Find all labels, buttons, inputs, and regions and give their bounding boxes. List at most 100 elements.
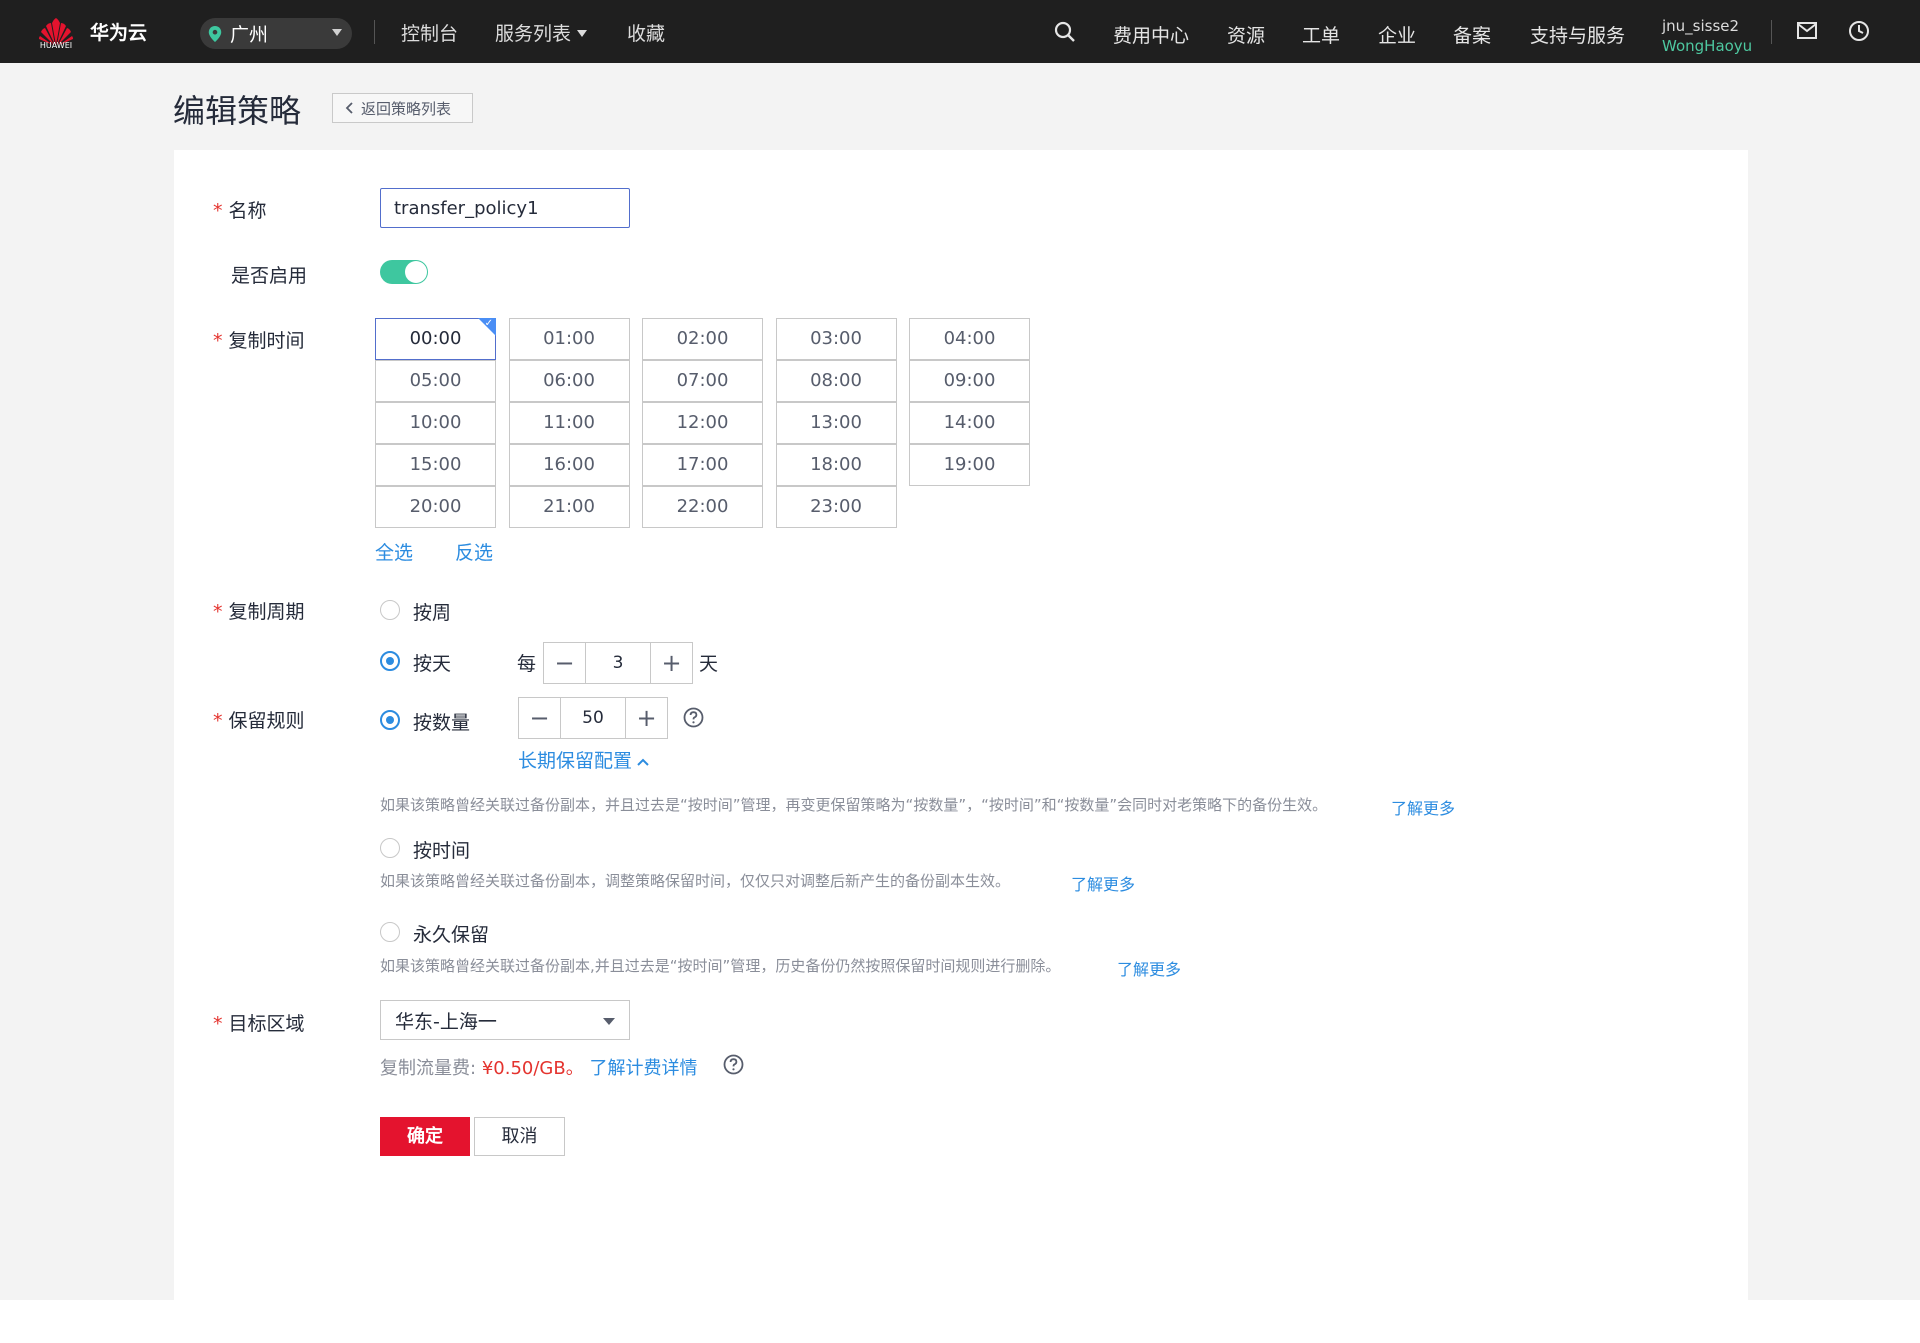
cycle-week-radio[interactable] <box>380 600 400 620</box>
time-option[interactable]: 15:00 <box>375 444 496 486</box>
retention-count-radio[interactable] <box>380 710 400 730</box>
nav-filing[interactable]: 备案 <box>1453 21 1491 48</box>
cycle-week-label: 按周 <box>413 602 452 624</box>
enabled-label: 是否启用 <box>231 265 308 287</box>
cancel-button[interactable]: 取消 <box>474 1117 565 1156</box>
retention-forever-label: 永久保留 <box>413 924 490 946</box>
time-option[interactable]: 12:00 <box>642 402 763 444</box>
nav-console[interactable]: 控制台 <box>401 19 458 46</box>
user-account[interactable]: jnu_sisse2 WongHaoyu <box>1662 16 1752 56</box>
long-term-retention-label: 长期保留配置 <box>518 750 633 772</box>
decrement-button[interactable]: − <box>544 643 585 683</box>
select-all-link[interactable]: 全选 <box>375 538 413 565</box>
time-option[interactable]: 06:00 <box>508 360 630 402</box>
nav-enterprise[interactable]: 企业 <box>1378 21 1416 48</box>
learn-more-link[interactable]: 了解更多 <box>1071 871 1135 895</box>
required-mark: * <box>213 710 223 732</box>
mail-icon[interactable] <box>1797 22 1817 39</box>
cycle-days-value[interactable]: 3 <box>585 643 651 683</box>
nav-support[interactable]: 支持与服务 <box>1530 21 1625 48</box>
time-option[interactable]: 07:00 <box>642 360 763 402</box>
time-option[interactable]: 14:00 <box>909 402 1030 444</box>
chevron-down-icon <box>577 30 588 37</box>
time-option[interactable]: 10:00 <box>375 402 496 444</box>
retention-count-value[interactable]: 50 <box>560 698 626 738</box>
time-option-label: 00:00 <box>409 328 462 349</box>
brand-small-text: HUAWEI <box>39 41 73 50</box>
time-option-label: 08:00 <box>810 370 862 391</box>
nav-work-orders[interactable]: 工单 <box>1302 21 1340 48</box>
time-option-label: 15:00 <box>409 454 462 475</box>
learn-more-link[interactable]: 了解更多 <box>1117 956 1181 980</box>
pricing-details-link[interactable]: 了解计费详情 <box>589 1058 697 1079</box>
chevron-down-icon <box>332 29 342 36</box>
retention-forever-radio[interactable] <box>380 922 400 942</box>
time-option[interactable]: 03:00 <box>775 318 897 360</box>
time-option[interactable]: 09:00 <box>909 360 1030 402</box>
time-option[interactable]: 13:00 <box>775 402 897 444</box>
time-option-label: 14:00 <box>943 412 996 433</box>
nav-service-list[interactable]: 服务列表 <box>495 19 588 46</box>
back-to-policy-list-button[interactable]: 返回策略列表 <box>332 93 473 123</box>
nav-billing-center[interactable]: 费用中心 <box>1113 21 1189 48</box>
time-option-label: 01:00 <box>543 328 595 349</box>
target-region-select[interactable]: 华东-上海一 <box>380 1000 630 1040</box>
retention-rule-label-text: 保留规则 <box>228 710 305 732</box>
decrement-button[interactable]: − <box>519 698 560 738</box>
learn-more-link[interactable]: 了解更多 <box>1391 795 1455 819</box>
time-option[interactable]: 16:00 <box>508 444 630 486</box>
replication-fee: 复制流量费: ¥0.50/GB。 了解计费详情 <box>380 1054 697 1080</box>
nav-favorites[interactable]: 收藏 <box>627 19 665 46</box>
target-region-label-text: 目标区域 <box>228 1013 305 1035</box>
time-option[interactable]: 17:00 <box>642 444 763 486</box>
region-label: 广州 <box>230 24 269 46</box>
time-option[interactable]: 21:00 <box>508 486 630 528</box>
required-mark: * <box>213 601 223 623</box>
required-mark: * <box>213 1013 223 1035</box>
target-region-value: 华东-上海一 <box>395 1010 497 1033</box>
time-option[interactable]: 08:00 <box>775 360 897 402</box>
chevron-up-icon <box>637 758 649 766</box>
retention-forever-note: 如果该策略曾经关联过备份副本,并且过去是“按时间”管理，历史备份仍然按照保留时间… <box>380 957 1061 975</box>
time-option[interactable]: 05:00 <box>375 360 496 402</box>
help-icon[interactable] <box>723 1054 744 1075</box>
time-option[interactable]: 23:00 <box>775 486 897 528</box>
retention-time-radio[interactable] <box>380 838 400 858</box>
enabled-toggle[interactable] <box>380 260 428 284</box>
time-option-label: 02:00 <box>676 328 729 349</box>
policy-name-input[interactable]: transfer_policy1 <box>380 188 630 228</box>
help-icon[interactable] <box>683 707 704 728</box>
search-icon[interactable] <box>1054 21 1076 43</box>
required-mark: * <box>213 200 223 222</box>
time-option[interactable]: 02:00 <box>642 318 763 360</box>
time-option-label: 19:00 <box>943 454 996 475</box>
retention-count-stepper: − 50 + <box>518 697 668 739</box>
time-option[interactable]: 04:00 <box>909 318 1030 360</box>
time-option[interactable]: 22:00 <box>642 486 763 528</box>
clock-icon[interactable] <box>1848 20 1870 42</box>
increment-button[interactable]: + <box>626 698 667 738</box>
time-option[interactable]: 00:00 ✓ <box>375 318 496 360</box>
confirm-button[interactable]: 确定 <box>380 1117 470 1156</box>
time-option-label: 06:00 <box>543 370 595 391</box>
cycle-every-text: 每 <box>517 653 537 675</box>
invert-select-link[interactable]: 反选 <box>455 538 493 565</box>
retention-time-note: 如果该策略曾经关联过备份副本，调整策略保留时间，仅仅只对调整后新产生的备份副本生… <box>380 872 1011 890</box>
increment-button[interactable]: + <box>651 643 692 683</box>
chevron-left-icon <box>345 102 353 114</box>
chevron-down-icon <box>603 1018 615 1025</box>
toggle-knob <box>405 261 427 283</box>
time-option[interactable]: 20:00 <box>375 486 496 528</box>
time-option[interactable]: 18:00 <box>775 444 897 486</box>
time-option[interactable]: 19:00 <box>909 444 1030 486</box>
region-selector[interactable]: 广州 <box>200 18 352 49</box>
time-option[interactable]: 01:00 <box>508 318 630 360</box>
time-option-label: 09:00 <box>943 370 996 391</box>
long-term-retention-toggle[interactable]: 长期保留配置 <box>518 746 650 773</box>
nav-resources[interactable]: 资源 <box>1227 21 1265 48</box>
cycle-day-radio[interactable] <box>380 651 400 671</box>
brand-name[interactable]: 华为云 <box>90 18 147 45</box>
time-option-label: 13:00 <box>810 412 862 433</box>
time-option[interactable]: 11:00 <box>508 402 630 444</box>
target-region-label: * 目标区域 <box>213 1009 305 1036</box>
